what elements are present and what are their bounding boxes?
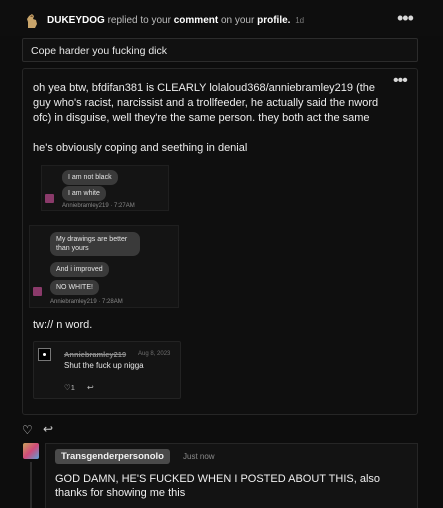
trigger-warning: tw:// n word.	[33, 319, 93, 331]
reply-icon[interactable]: ↩	[43, 422, 53, 436]
chat-message: Shut the fuck up nigga	[64, 361, 144, 370]
notification-actor[interactable]: DUKEYDOG	[47, 15, 105, 26]
reply-preview-text: Cope harder you fucking dick	[31, 45, 167, 57]
chat-bubble: My drawings are better than yours	[50, 232, 140, 256]
heart-icon[interactable]: ♡	[22, 423, 33, 437]
chat-bubble: I am not black	[62, 170, 118, 185]
chat-bubble: NO WHITE!	[50, 280, 99, 295]
thread-line	[30, 462, 32, 508]
dog-avatar-icon[interactable]	[25, 13, 39, 29]
chat-bubble: And i improved	[50, 262, 109, 277]
notification-text: DUKEYDOG replied to your comment on your…	[47, 15, 304, 26]
chat-date: Aug 8, 2023	[138, 351, 171, 357]
post-paragraph-1: oh yea btw, bfdifan381 is CLEARLY lolalo…	[33, 82, 379, 124]
chat-meta: Anniebramley219 · 7:28AM	[50, 299, 123, 305]
notification-on: on your	[220, 15, 255, 26]
chat-meta: Anniebramley219 · 7:27AM	[62, 203, 135, 209]
reply-preview[interactable]: Cope harder you fucking dick	[22, 38, 418, 62]
reaction-count: 1	[70, 383, 75, 392]
notification-age: 1d	[295, 16, 305, 25]
post-screenshot-3[interactable]: Anniebramley219 Aug 8, 2023 Shut the fuc…	[33, 341, 181, 399]
chat-avatar-icon	[38, 348, 51, 361]
chat-username: Anniebramley219	[64, 350, 127, 359]
heart-icon: ♡	[64, 383, 71, 392]
post-screenshot-2[interactable]: My drawings are better than yours And i …	[29, 225, 179, 308]
post-more-options-icon[interactable]: •••	[393, 73, 408, 89]
notification-profile-link[interactable]: profile.	[257, 15, 290, 26]
comment-card: Transgenderpersonolo Just now GOD DAMN, …	[45, 443, 418, 508]
notification-comment-link[interactable]: comment	[174, 15, 218, 26]
post-card: ••• oh yea btw, bfdifan381 is CLEARLY lo…	[22, 68, 418, 415]
more-options-icon[interactable]: •••	[397, 9, 414, 29]
post-paragraph-2: he's obviously coping and seething in de…	[33, 142, 248, 154]
comment-text: GOD DAMN, HE'S FUCKED WHEN I POSTED ABOU…	[55, 473, 381, 499]
post-screenshot-1[interactable]: I am not black I am white Anniebramley21…	[41, 165, 169, 211]
commenter-avatar[interactable]	[23, 443, 39, 459]
chat-bubble: I am white	[62, 186, 106, 201]
comment-username[interactable]: Transgenderpersonolo	[55, 449, 170, 464]
chat-avatar-icon	[33, 287, 42, 296]
notification-verb: replied to your	[107, 15, 171, 26]
chat-reaction: ♡1	[64, 383, 75, 392]
reply-icon: ↩	[87, 383, 94, 392]
chat-avatar-icon	[45, 194, 54, 203]
comment-time: Just now	[183, 452, 215, 461]
notification-header[interactable]: DUKEYDOG replied to your comment on your…	[0, 0, 443, 36]
